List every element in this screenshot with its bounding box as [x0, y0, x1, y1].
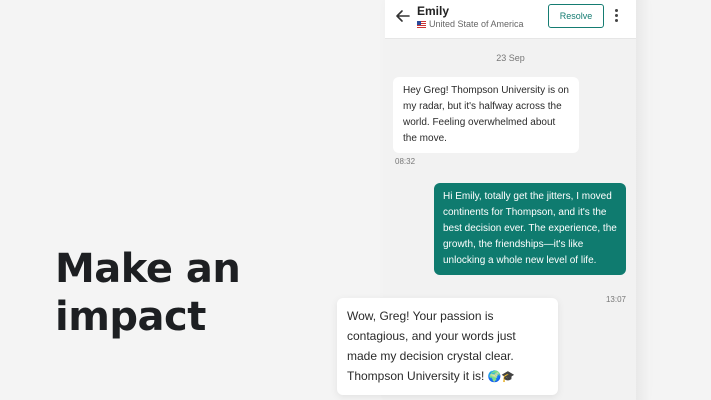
message-incoming[interactable]: Hey Greg! Thompson University is on my r…: [393, 77, 579, 153]
message-incoming-highlight[interactable]: Wow, Greg! Your passion is contagious, a…: [337, 298, 558, 395]
message-outgoing[interactable]: Hi Emily, totally get the jitters, I mov…: [434, 183, 626, 275]
chat-header: Emily United State of America Resolve: [385, 0, 636, 39]
hero-line-1: Make an: [55, 246, 241, 292]
device-edge: [636, 0, 650, 400]
contact-country: United State of America: [417, 19, 524, 29]
resolve-button[interactable]: Resolve: [548, 4, 604, 28]
date-divider: 23 Sep: [496, 53, 525, 63]
hero-line-2: impact: [55, 294, 206, 340]
us-flag-icon: [417, 21, 426, 28]
hero-headline: Make an impact: [55, 245, 241, 341]
arrow-left-icon[interactable]: [395, 8, 411, 24]
kebab-menu-icon[interactable]: [615, 9, 619, 23]
message-timestamp: 08:32: [395, 157, 416, 166]
contact-country-label: United State of America: [429, 19, 524, 29]
contact-name[interactable]: Emily: [417, 4, 449, 18]
globe-graduation-cap-icon: 🌍🎓: [487, 370, 516, 383]
message-timestamp: 13:07: [605, 295, 626, 304]
